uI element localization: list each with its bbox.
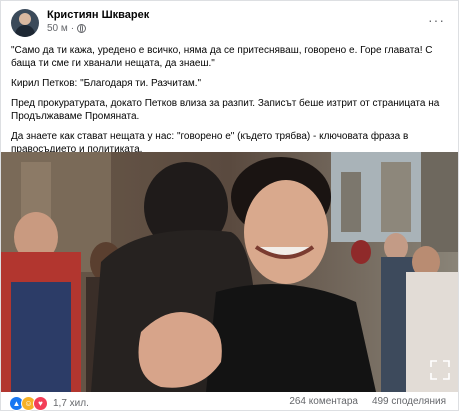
post-footer: ▲ ☺ ♥ 1,7 хил. 264 коментара 499 споделя… [1, 394, 459, 412]
more-options-button[interactable]: ··· [428, 12, 445, 28]
shares-count[interactable]: 499 споделяния [372, 396, 446, 407]
globe-icon [77, 24, 87, 33]
post-video[interactable] [1, 152, 458, 392]
post-paragraph: "Само да ти кажа, уредено е всичко, няма… [11, 45, 433, 69]
reaction-count[interactable]: 1,7 хил. [53, 398, 89, 409]
post-time[interactable]: 50 м [47, 23, 68, 34]
author-name[interactable]: Кристиян Шкварек [47, 9, 149, 21]
post-paragraph: Кирил Петков: "Благодаря ти. Разчитам." [11, 78, 202, 89]
post-header: Кристиян Шкварек 50 м · ··· [11, 8, 451, 38]
post-paragraph: Пред прокуратурата, докато Петков влиза … [11, 98, 440, 122]
post-text: "Само да ти кажа, уредено е всичко, няма… [11, 44, 451, 163]
engagement-counts: 264 коментара 499 споделяния [289, 396, 446, 407]
author-avatar[interactable] [11, 9, 39, 37]
post-meta: 50 м · [47, 23, 87, 34]
comments-count[interactable]: 264 коментара [289, 396, 358, 407]
love-icon: ♥ [33, 396, 48, 411]
reactions-summary[interactable]: ▲ ☺ ♥ 1,7 хил. [9, 396, 89, 411]
video-frame [1, 152, 458, 392]
facebook-post: Кристиян Шкварек 50 м · ··· "Само да ти … [0, 0, 459, 411]
